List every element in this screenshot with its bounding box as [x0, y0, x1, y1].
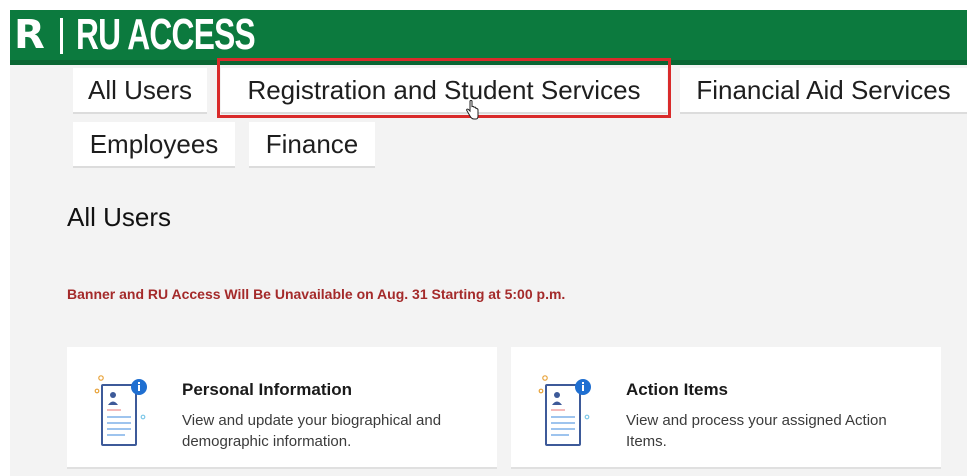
personal-info-icon	[94, 375, 147, 446]
highlight-box	[217, 58, 671, 118]
tab-all-users[interactable]: All Users	[73, 68, 207, 112]
logo-divider	[60, 18, 63, 54]
maintenance-notice: Banner and RU Access Will Be Unavailable…	[67, 286, 566, 302]
card-personal-information[interactable]: Personal Information View and update you…	[67, 347, 497, 467]
tab-financial-aid-services[interactable]: Financial Aid Services	[680, 68, 967, 112]
tab-label: Employees	[89, 129, 219, 159]
card-title: Action Items	[626, 380, 729, 399]
card-description: View and process your assigned Action It…	[626, 412, 887, 450]
brand-title[interactable]: RU ACCESS	[76, 10, 256, 60]
hand-cursor-icon	[465, 100, 479, 120]
tab-label: Financial Aid Services	[696, 75, 951, 105]
app-frame: R RU ACCESS All Users Registration and S…	[10, 10, 967, 476]
tab-finance[interactable]: Finance	[249, 122, 375, 166]
tab-label: Finance	[265, 129, 359, 159]
tab-employees[interactable]: Employees	[73, 122, 235, 166]
section-title: All Users	[67, 202, 172, 232]
card-description: View and update your biographical and de…	[182, 412, 442, 450]
logo-r-mark[interactable]: R	[14, 13, 45, 57]
tab-label: All Users	[87, 75, 192, 105]
card-action-items[interactable]: Action Items View and process your assig…	[511, 347, 941, 467]
action-items-icon	[538, 375, 591, 446]
card-title: Personal Information	[182, 380, 353, 399]
site-header: R RU ACCESS	[10, 10, 967, 65]
